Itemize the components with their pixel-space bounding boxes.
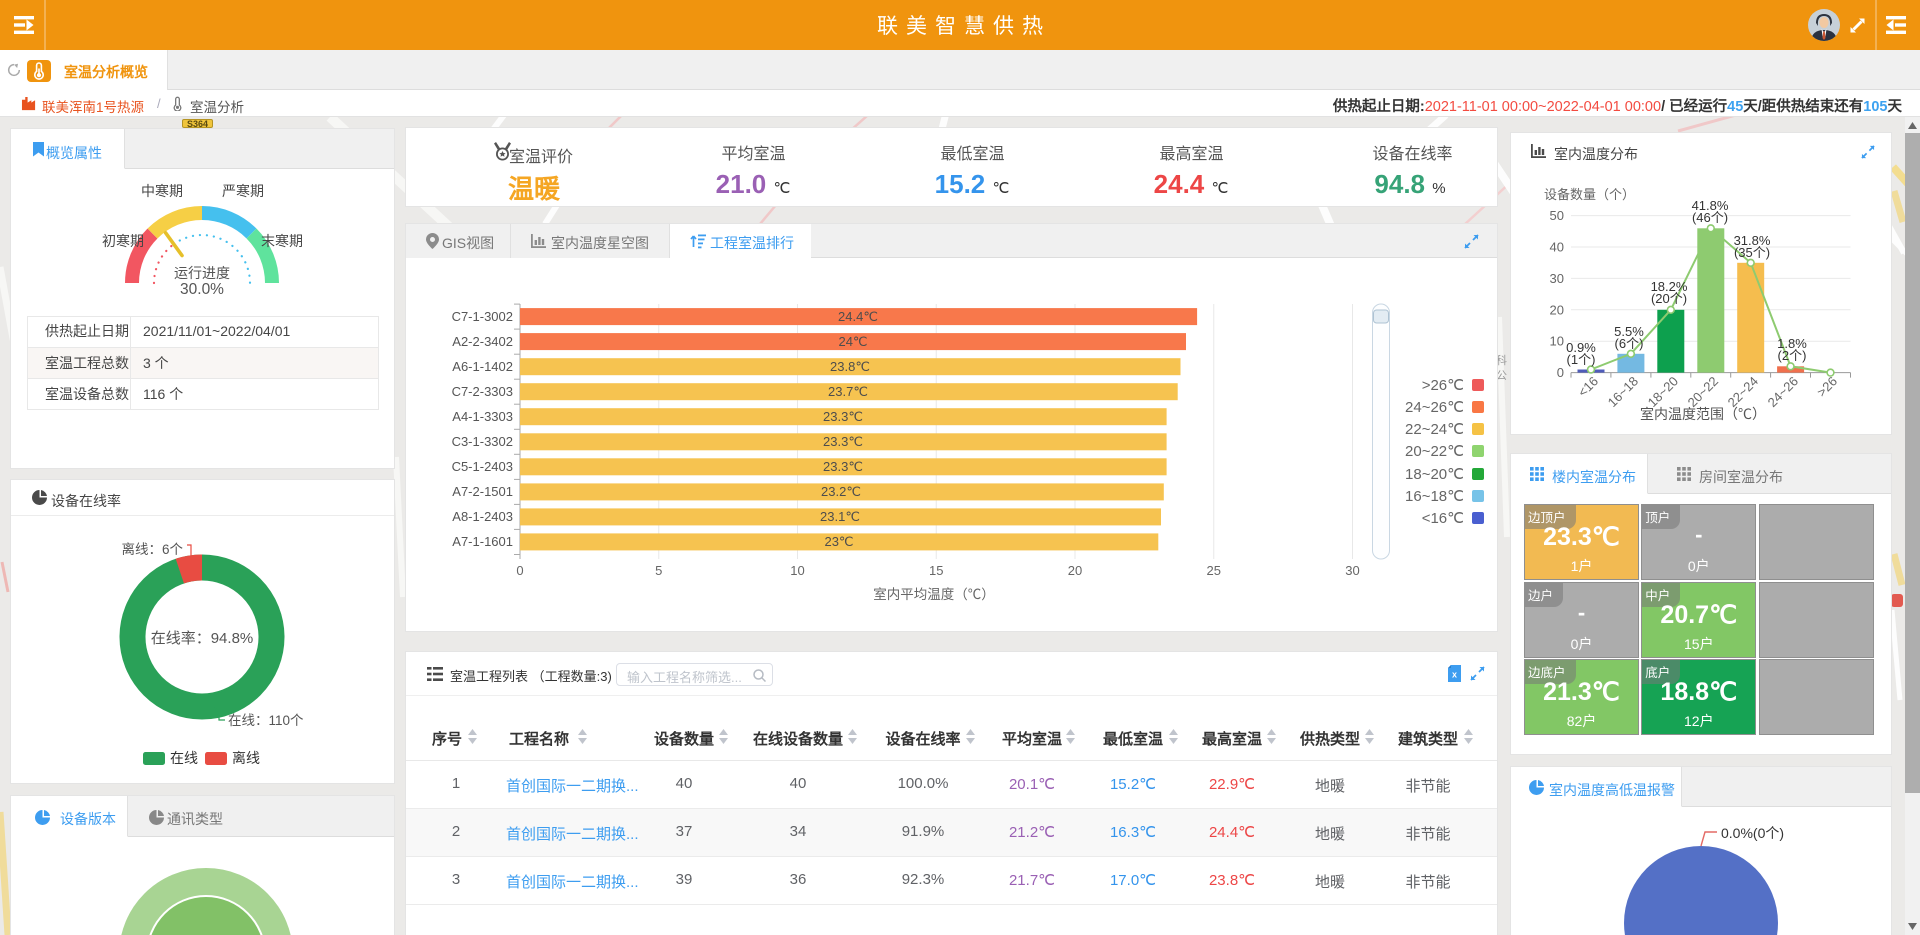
svg-text:25: 25 <box>1207 563 1221 578</box>
svg-text:40: 40 <box>1550 240 1564 255</box>
svg-text:设备数量（个）: 设备数量（个） <box>1544 187 1635 202</box>
svg-text:24.4℃: 24.4℃ <box>838 309 878 324</box>
svg-text:10: 10 <box>1550 334 1564 349</box>
svg-text:(46个): (46个) <box>1692 210 1728 225</box>
svg-text:23.8℃: 23.8℃ <box>830 359 870 374</box>
svg-text:(2个): (2个) <box>1778 348 1807 363</box>
svg-text:15: 15 <box>929 563 943 578</box>
svg-text:10: 10 <box>790 563 804 578</box>
svg-text:0: 0 <box>516 563 523 578</box>
svg-text:23.1℃: 23.1℃ <box>820 509 860 524</box>
svg-text:>26℃: >26℃ <box>1422 377 1464 394</box>
svg-text:A4-1-3303: A4-1-3303 <box>452 409 513 424</box>
svg-text:24~26℃: 24~26℃ <box>1405 399 1464 416</box>
svg-text:20~22℃: 20~22℃ <box>1405 443 1464 460</box>
svg-text:C7-1-3002: C7-1-3002 <box>452 309 513 324</box>
svg-text:23.7℃: 23.7℃ <box>828 384 868 399</box>
svg-text:(6个): (6个) <box>1615 336 1644 351</box>
svg-text:C7-2-3303: C7-2-3303 <box>452 384 513 399</box>
svg-text:24~26: 24~26 <box>1765 374 1801 410</box>
svg-text:在线率：94.8%: 在线率：94.8% <box>151 630 254 647</box>
svg-text:20: 20 <box>1550 302 1564 317</box>
svg-text:22~24℃: 22~24℃ <box>1405 421 1464 438</box>
svg-text:<16℃: <16℃ <box>1422 510 1464 527</box>
svg-text:22~24: 22~24 <box>1725 374 1761 410</box>
svg-text:离线：6个: 离线：6个 <box>121 541 183 557</box>
svg-text:中寒期: 中寒期 <box>141 183 183 199</box>
svg-text:A7-2-1501: A7-2-1501 <box>452 484 513 499</box>
svg-text:运行进度: 运行进度 <box>174 265 230 281</box>
svg-text:A6-1-1402: A6-1-1402 <box>452 359 513 374</box>
svg-text:16~18: 16~18 <box>1605 374 1641 410</box>
svg-text:C5-1-2403: C5-1-2403 <box>452 459 513 474</box>
svg-text:在线：110个: 在线：110个 <box>228 713 304 728</box>
svg-text:A7-1-1601: A7-1-1601 <box>452 534 513 549</box>
svg-text:在线: 在线 <box>170 750 198 766</box>
svg-text:20: 20 <box>1068 563 1082 578</box>
svg-text:末寒期: 末寒期 <box>261 233 303 249</box>
svg-text:18~20℃: 18~20℃ <box>1405 466 1464 483</box>
svg-text:>26: >26 <box>1814 374 1840 400</box>
svg-text:24℃: 24℃ <box>838 334 867 349</box>
svg-text:20~22: 20~22 <box>1685 374 1721 410</box>
svg-text:23.2℃: 23.2℃ <box>821 484 861 499</box>
svg-text:18~20: 18~20 <box>1645 374 1681 410</box>
svg-text:30: 30 <box>1550 271 1564 286</box>
svg-text:严寒期: 严寒期 <box>222 183 264 199</box>
svg-text:0: 0 <box>1557 365 1564 380</box>
svg-text:30: 30 <box>1345 563 1359 578</box>
svg-text:A2-2-3402: A2-2-3402 <box>452 334 513 349</box>
svg-text:23.3℃: 23.3℃ <box>823 409 863 424</box>
svg-text:16~18℃: 16~18℃ <box>1405 488 1464 505</box>
svg-text:23.3℃: 23.3℃ <box>823 434 863 449</box>
svg-text:C3-1-3302: C3-1-3302 <box>452 434 513 449</box>
svg-text:初寒期: 初寒期 <box>102 233 144 249</box>
svg-text:室内平均温度（℃）: 室内平均温度（℃） <box>873 586 995 602</box>
svg-text:23℃: 23℃ <box>824 534 853 549</box>
svg-text:(20个): (20个) <box>1651 291 1687 306</box>
svg-text:23.3℃: 23.3℃ <box>823 459 863 474</box>
svg-text:离线: 离线 <box>232 750 260 766</box>
svg-text:5: 5 <box>655 563 662 578</box>
svg-text:(35个): (35个) <box>1734 245 1770 260</box>
svg-text:<16: <16 <box>1575 374 1601 400</box>
svg-text:30.0%: 30.0% <box>180 281 224 298</box>
svg-text:(1个): (1个) <box>1567 352 1596 367</box>
svg-text:A8-1-2403: A8-1-2403 <box>452 509 513 524</box>
svg-text:室内温度范围（℃）: 室内温度范围（℃） <box>1640 406 1766 422</box>
svg-text:50: 50 <box>1550 208 1564 223</box>
